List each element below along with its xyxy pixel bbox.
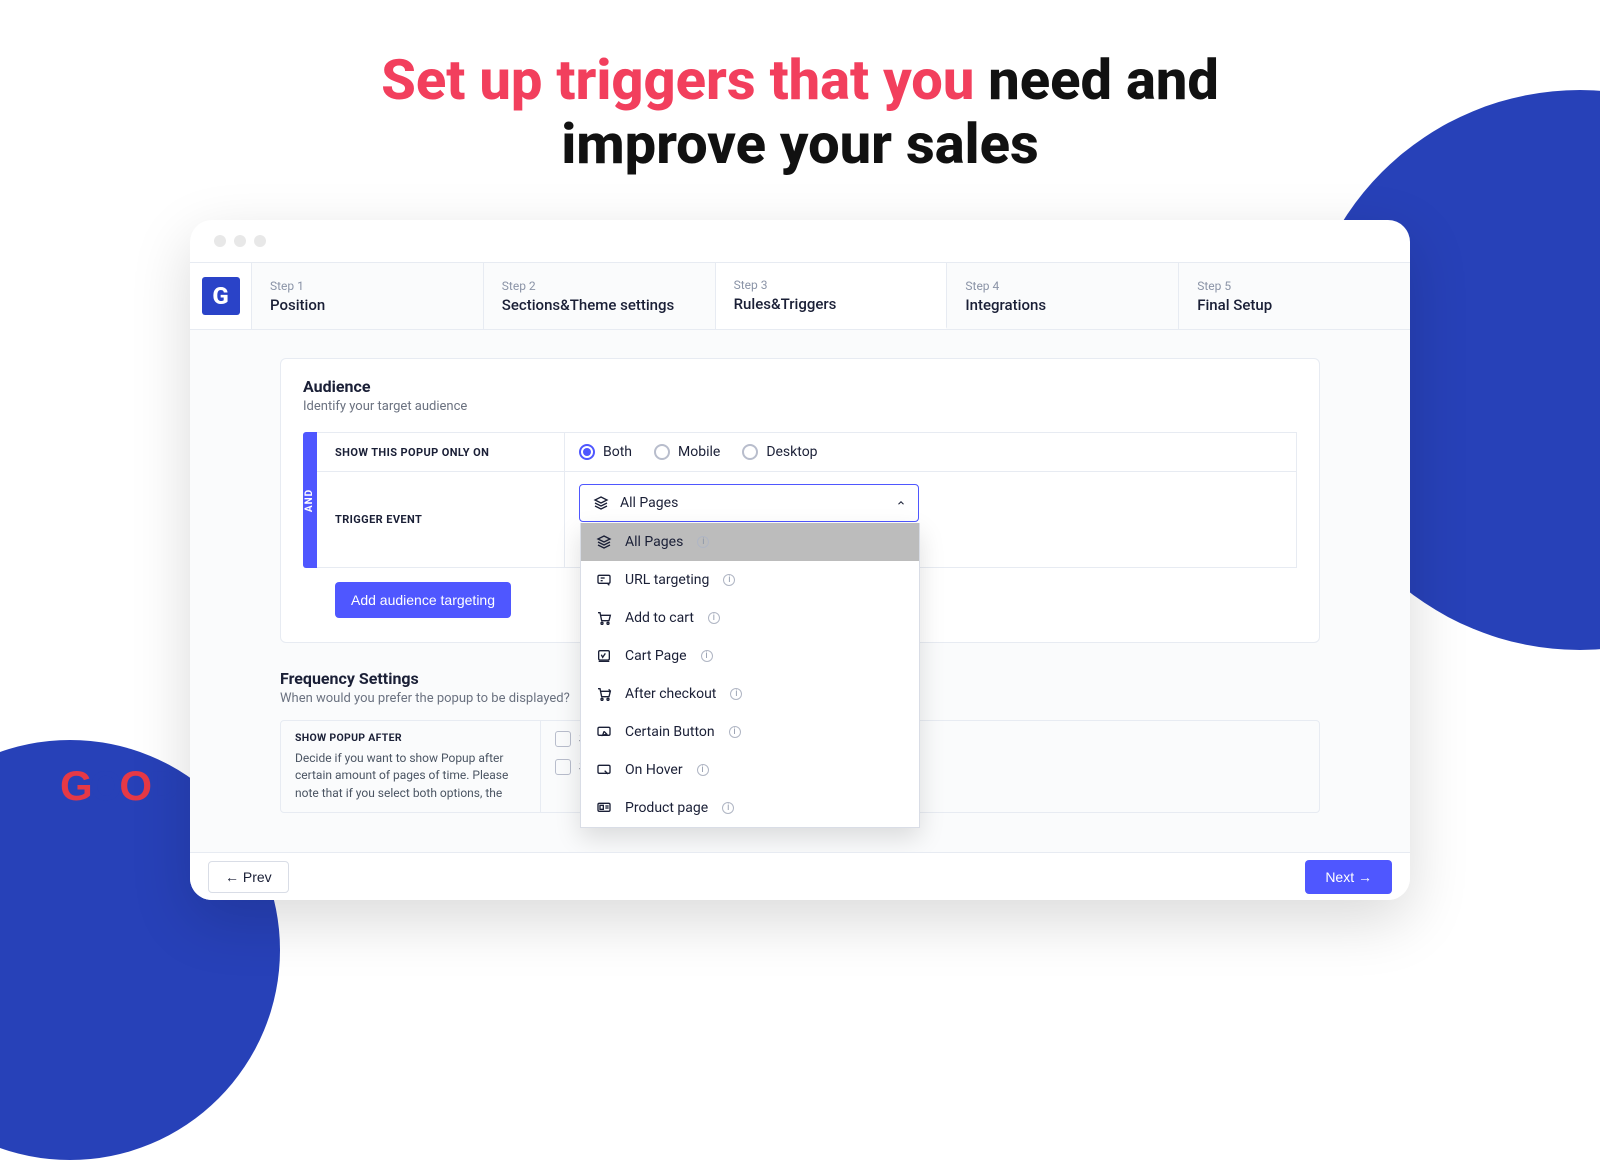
checkout-icon bbox=[595, 685, 613, 703]
step-final-setup[interactable]: Step 5 Final Setup bbox=[1179, 263, 1410, 329]
step-rules-triggers[interactable]: Step 3 Rules&Triggers bbox=[716, 263, 948, 329]
audience-title: Audience bbox=[303, 377, 1297, 396]
audience-subtitle: Identify your target audience bbox=[303, 399, 1297, 414]
dd-label: On Hover bbox=[625, 762, 683, 778]
radio-both[interactable]: Both bbox=[579, 444, 632, 460]
show-popup-after-desc: Decide if you want to show Popup after c… bbox=[295, 750, 526, 802]
step-label: Position bbox=[270, 296, 465, 314]
footer-bar: ← Prev Next → bbox=[190, 852, 1410, 900]
radio-mobile-label: Mobile bbox=[678, 444, 720, 460]
radio-circle-icon bbox=[654, 444, 670, 460]
content-area: Audience Identify your target audience A… bbox=[190, 330, 1410, 900]
trigger-dropdown: All Pages i URL targeting i bbox=[580, 523, 920, 828]
next-button[interactable]: Next → bbox=[1305, 860, 1392, 894]
headline-accent: Set up triggers that you bbox=[381, 47, 974, 113]
prev-button[interactable]: ← Prev bbox=[208, 861, 289, 893]
step-integrations[interactable]: Step 4 Integrations bbox=[947, 263, 1179, 329]
dd-label: Product page bbox=[625, 800, 708, 816]
step-sections-theme[interactable]: Step 2 Sections&Theme settings bbox=[484, 263, 716, 329]
hover-icon bbox=[595, 761, 613, 779]
info-icon: i bbox=[722, 802, 734, 814]
app-window: G Step 1 Position Step 2 Sections&Theme … bbox=[190, 220, 1410, 900]
info-icon: i bbox=[723, 574, 735, 586]
show-on-label: SHOW THIS POPUP ONLY ON bbox=[317, 433, 565, 471]
step-num: Step 2 bbox=[502, 279, 697, 293]
window-dot bbox=[234, 235, 246, 247]
brand-logo[interactable]: G bbox=[190, 263, 252, 329]
info-icon: i bbox=[730, 688, 742, 700]
radio-both-label: Both bbox=[603, 444, 632, 460]
step-label: Integrations bbox=[965, 296, 1160, 314]
dd-item-add-to-cart[interactable]: Add to cart i bbox=[581, 599, 919, 637]
show-popup-after-label: SHOW POPUP AFTER bbox=[295, 731, 526, 744]
radio-circle-icon bbox=[579, 444, 595, 460]
info-icon: i bbox=[697, 536, 709, 548]
radio-desktop[interactable]: Desktop bbox=[742, 444, 817, 460]
trigger-event-label: TRIGGER EVENT bbox=[317, 472, 565, 567]
product-page-icon bbox=[595, 799, 613, 817]
rule-trigger-event: TRIGGER EVENT All Pages bbox=[317, 472, 1297, 568]
dd-label: URL targeting bbox=[625, 572, 709, 588]
good-logo-d: D bbox=[149, 762, 176, 809]
url-icon bbox=[595, 571, 613, 589]
radio-circle-icon bbox=[742, 444, 758, 460]
window-chrome bbox=[190, 220, 1410, 262]
info-icon: i bbox=[729, 726, 741, 738]
layers-icon bbox=[592, 494, 610, 512]
and-label: AND bbox=[305, 488, 316, 511]
dd-item-on-hover[interactable]: On Hover i bbox=[581, 751, 919, 789]
good-logo: GOOD bbox=[60, 762, 176, 810]
dd-label: Add to cart bbox=[625, 610, 694, 626]
dd-label: Cart Page bbox=[625, 648, 687, 664]
rule-show-on: SHOW THIS POPUP ONLY ON Both Mobile bbox=[317, 432, 1297, 472]
good-logo-o1: O bbox=[90, 762, 120, 809]
dd-item-product-page[interactable]: Product page i bbox=[581, 789, 919, 827]
checkbox-icon bbox=[555, 759, 571, 775]
info-icon: i bbox=[708, 612, 720, 624]
step-num: Step 1 bbox=[270, 279, 465, 293]
window-dot bbox=[214, 235, 226, 247]
info-icon: i bbox=[701, 650, 713, 662]
steps-bar: G Step 1 Position Step 2 Sections&Theme … bbox=[190, 262, 1410, 330]
good-logo-g: G bbox=[60, 762, 90, 809]
good-logo-o2: O bbox=[119, 762, 149, 809]
and-rail: AND bbox=[303, 432, 317, 568]
page-headline: Set up triggers that you need and improv… bbox=[300, 48, 1300, 177]
step-num: Step 4 bbox=[965, 279, 1160, 293]
dd-item-url-targeting[interactable]: URL targeting i bbox=[581, 561, 919, 599]
dd-label: All Pages bbox=[625, 534, 683, 550]
step-num: Step 5 bbox=[1197, 279, 1392, 293]
step-label: Final Setup bbox=[1197, 296, 1392, 314]
window-dot bbox=[254, 235, 266, 247]
dd-item-after-checkout[interactable]: After checkout i bbox=[581, 675, 919, 713]
dd-item-all-pages[interactable]: All Pages i bbox=[581, 523, 919, 561]
chevron-up-icon bbox=[896, 498, 906, 508]
radio-mobile[interactable]: Mobile bbox=[654, 444, 720, 460]
button-icon bbox=[595, 723, 613, 741]
cart-page-icon bbox=[595, 647, 613, 665]
add-audience-targeting-button[interactable]: Add audience targeting bbox=[335, 582, 511, 618]
dd-label: Certain Button bbox=[625, 724, 715, 740]
step-label: Rules&Triggers bbox=[734, 295, 929, 313]
radio-desktop-label: Desktop bbox=[766, 444, 817, 460]
step-label: Sections&Theme settings bbox=[502, 296, 697, 314]
brand-logo-letter: G bbox=[202, 277, 240, 315]
trigger-select[interactable]: All Pages All Pages i bbox=[579, 484, 919, 522]
trigger-select-value: All Pages bbox=[620, 495, 678, 511]
info-icon: i bbox=[697, 764, 709, 776]
dd-label: After checkout bbox=[625, 686, 716, 702]
layers-icon bbox=[595, 533, 613, 551]
dd-item-cart-page[interactable]: Cart Page i bbox=[581, 637, 919, 675]
cart-plus-icon bbox=[595, 609, 613, 627]
checkbox-icon bbox=[555, 731, 571, 747]
step-position[interactable]: Step 1 Position bbox=[252, 263, 484, 329]
step-num: Step 3 bbox=[734, 278, 929, 292]
dd-item-certain-button[interactable]: Certain Button i bbox=[581, 713, 919, 751]
audience-card: Audience Identify your target audience A… bbox=[280, 358, 1320, 643]
